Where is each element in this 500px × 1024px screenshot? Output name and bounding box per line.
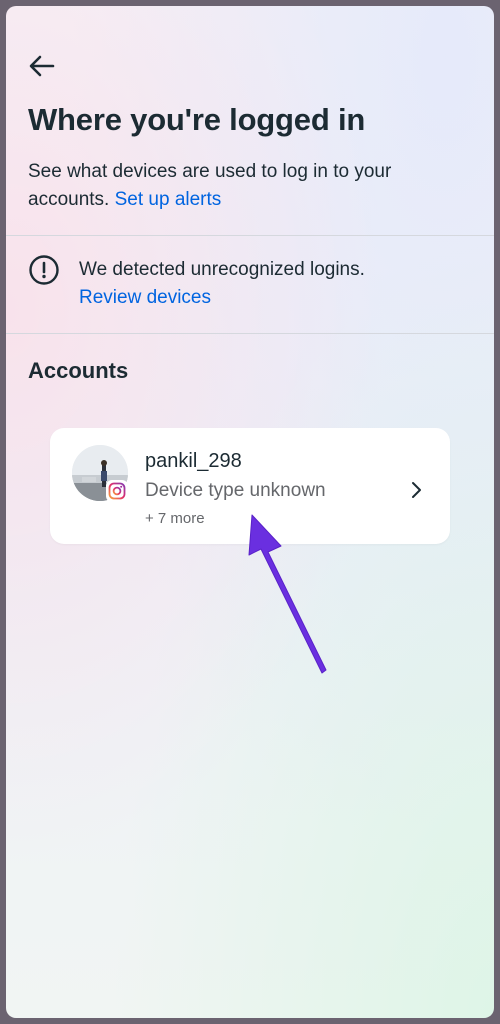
set-up-alerts-link[interactable]: Set up alerts <box>115 189 222 210</box>
review-devices-link[interactable]: Review devices <box>79 284 211 312</box>
page-title: Where you're logged in <box>28 102 366 137</box>
exclamation-circle-icon <box>29 255 59 285</box>
account-username: pankil_298 <box>145 450 242 472</box>
chevron-right-icon <box>412 482 421 498</box>
divider <box>6 333 494 334</box>
more-devices-count: + 7 more <box>145 510 205 527</box>
back-button[interactable] <box>26 50 58 82</box>
account-card[interactable]: pankil_298 Device type unknown + 7 more <box>50 428 450 544</box>
unrecognized-logins-message: We detected unrecognized logins. <box>79 259 365 280</box>
screen: Where you're logged in See what devices … <box>6 6 494 1018</box>
instagram-badge <box>106 480 128 502</box>
page-subtitle: See what devices are used to log in to y… <box>28 158 468 214</box>
instagram-icon <box>108 482 126 500</box>
arrow-left-icon <box>29 55 55 77</box>
device-type-label: Device type unknown <box>145 480 326 501</box>
divider <box>6 235 494 236</box>
accounts-section-title: Accounts <box>28 358 129 383</box>
